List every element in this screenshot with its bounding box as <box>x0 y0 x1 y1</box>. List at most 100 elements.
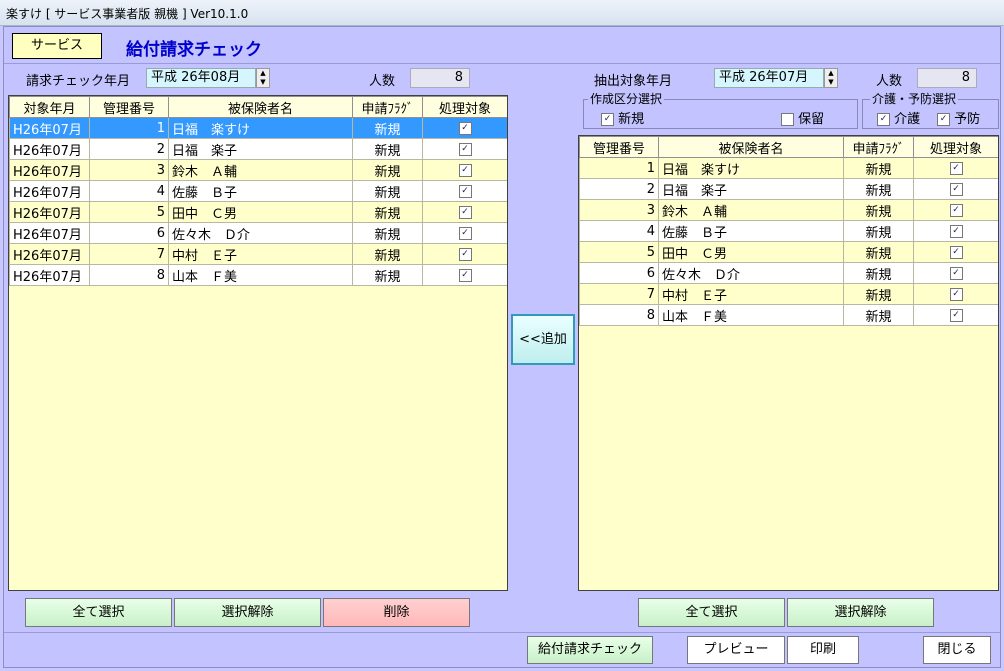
table-row[interactable]: 5 田中 Ｃ男 新規 ✓ <box>579 241 998 263</box>
table-row[interactable]: H26年07月 7 中村 Ｅ子 新規 ✓ <box>9 243 507 265</box>
right-deselect-button[interactable]: 選択解除 <box>787 598 934 627</box>
right-grid[interactable]: 管理番号 被保険者名 申請ﾌﾗｸﾞ 処理対象 1 日福 楽すけ 新規 ✓ 2 日福 楽子新… <box>578 135 999 591</box>
target-month-cell: H26年07月 <box>9 159 90 181</box>
process-target-cell[interactable]: ✓ <box>913 178 998 200</box>
checkbox-checked-icon[interactable]: ✓ <box>458 247 472 261</box>
col-header-id[interactable]: 管理番号 <box>579 136 659 158</box>
col-header-target[interactable]: 処理対象 <box>913 136 998 158</box>
checkbox-checked-icon[interactable]: ✓ <box>458 205 472 219</box>
col-header-flag[interactable]: 申請ﾌﾗｸﾞ <box>843 136 914 158</box>
checkbox-checked-icon[interactable]: ✓ <box>949 245 963 259</box>
insured-name-cell: 日福 楽子 <box>658 178 844 200</box>
process-target-cell[interactable]: ✓ <box>422 180 507 202</box>
extract-month-field[interactable]: 平成 26年07月 <box>714 68 824 88</box>
table-row[interactable]: H26年07月 6 佐々木 Ｄ介 新規 ✓ <box>9 222 507 244</box>
col-header-name[interactable]: 被保険者名 <box>168 96 353 118</box>
table-row[interactable]: H26年07月 5 田中 Ｃ男 新規 ✓ <box>9 201 507 223</box>
print-button[interactable]: 印刷 <box>787 636 859 664</box>
checkbox-checked-icon[interactable]: ✓ <box>458 121 472 135</box>
hold-checkbox[interactable]: 保留 <box>781 108 824 127</box>
add-button[interactable]: <<追加 <box>511 314 575 365</box>
new-checkbox-label: 新規 <box>618 112 645 127</box>
management-number-cell: 1 <box>579 157 659 179</box>
process-target-cell[interactable]: ✓ <box>422 117 507 139</box>
col-header-name[interactable]: 被保険者名 <box>658 136 844 158</box>
right-select-all-button[interactable]: 全て選択 <box>638 598 785 627</box>
left-deselect-button[interactable]: 選択解除 <box>174 598 321 627</box>
table-row[interactable]: 7 中村 Ｅ子 新規 ✓ <box>579 283 998 305</box>
extract-month-spinner[interactable]: ▲ ▼ <box>824 68 838 88</box>
prevent-checkbox[interactable]: ✓ 予防 <box>937 108 980 127</box>
application-flag-cell: 新規 <box>843 199 914 221</box>
checkbox-checked-icon[interactable]: ✓ <box>949 224 963 238</box>
preview-button[interactable]: プレビュー <box>687 636 785 664</box>
delete-button[interactable]: 削除 <box>323 598 470 627</box>
left-grid[interactable]: 対象年月 管理番号 被保険者名 申請ﾌﾗｸﾞ 処理対象 H26年07月 1 日福 楽… <box>8 95 508 591</box>
process-target-cell[interactable]: ✓ <box>422 222 507 244</box>
new-checkbox[interactable]: ✓ 新規 <box>601 108 644 127</box>
process-target-cell[interactable]: ✓ <box>913 199 998 221</box>
process-target-cell[interactable]: ✓ <box>422 159 507 181</box>
col-header-flag[interactable]: 申請ﾌﾗｸﾞ <box>352 96 423 118</box>
management-number-cell: 8 <box>89 264 169 286</box>
form-title: 給付請求チェック <box>126 40 262 60</box>
billing-month-spinner[interactable]: ▲ ▼ <box>256 68 270 88</box>
service-button[interactable]: サービス <box>12 33 102 59</box>
table-row[interactable]: 2 日福 楽子 新規 ✓ <box>579 178 998 200</box>
table-row[interactable]: H26年07月 8 山本 Ｆ美 新規 ✓ <box>9 264 507 286</box>
table-row[interactable]: 8 山本 Ｆ美 新規 ✓ <box>579 304 998 326</box>
process-target-cell[interactable]: ✓ <box>422 201 507 223</box>
application-flag-cell: 新規 <box>843 262 914 284</box>
left-count-label: 人数 <box>369 74 396 89</box>
benefit-check-button[interactable]: 給付請求チェック <box>527 636 653 664</box>
table-row[interactable]: 3 鈴木 Ａ輔 新規 ✓ <box>579 199 998 221</box>
process-target-cell[interactable]: ✓ <box>913 157 998 179</box>
checkbox-checked-icon[interactable]: ✓ <box>949 182 963 196</box>
checkbox-checked-icon[interactable]: ✓ <box>458 184 472 198</box>
table-row[interactable]: H26年07月 4 佐藤 Ｂ子 新規 ✓ <box>9 180 507 202</box>
col-header-id[interactable]: 管理番号 <box>89 96 169 118</box>
footer-divider <box>4 632 1000 633</box>
process-target-cell[interactable]: ✓ <box>913 304 998 326</box>
close-button[interactable]: 閉じる <box>923 636 991 664</box>
table-row[interactable]: 4 佐藤 Ｂ子 新規 ✓ <box>579 220 998 242</box>
checkbox-checked-icon[interactable]: ✓ <box>458 226 472 240</box>
checkbox-checked-icon[interactable]: ✓ <box>458 142 472 156</box>
table-row[interactable]: H26年07月 2 日福 楽子 新規 ✓ <box>9 138 507 160</box>
process-target-cell[interactable]: ✓ <box>913 262 998 284</box>
process-target-cell[interactable]: ✓ <box>913 220 998 242</box>
col-header-ym[interactable]: 対象年月 <box>9 96 90 118</box>
table-row[interactable]: H26年07月 3 鈴木 Ａ輔 新規 ✓ <box>9 159 507 181</box>
management-number-cell: 3 <box>89 159 169 181</box>
insured-name-cell: 佐々木 Ｄ介 <box>168 222 353 244</box>
application-flag-cell: 新規 <box>352 138 423 160</box>
table-row[interactable]: 1 日福 楽すけ 新規 ✓ <box>579 157 998 179</box>
checkbox-checked-icon[interactable]: ✓ <box>949 161 963 175</box>
insured-name-cell: 中村 Ｅ子 <box>168 243 353 265</box>
process-target-cell[interactable]: ✓ <box>913 241 998 263</box>
management-number-cell: 8 <box>579 304 659 326</box>
checkbox-checked-icon[interactable]: ✓ <box>949 308 963 322</box>
target-month-cell: H26年07月 <box>9 180 90 202</box>
process-target-cell[interactable]: ✓ <box>422 243 507 265</box>
checkbox-checked-icon[interactable]: ✓ <box>949 203 963 217</box>
checkbox-checked-icon[interactable]: ✓ <box>458 163 472 177</box>
col-header-target[interactable]: 処理対象 <box>422 96 507 118</box>
table-row[interactable]: 6 佐々木 Ｄ介 新規 ✓ <box>579 262 998 284</box>
left-select-all-button[interactable]: 全て選択 <box>25 598 172 627</box>
insured-name-cell: 山本 Ｆ美 <box>658 304 844 326</box>
process-target-cell[interactable]: ✓ <box>913 283 998 305</box>
target-month-cell: H26年07月 <box>9 138 90 160</box>
process-target-cell[interactable]: ✓ <box>422 138 507 160</box>
right-table: 管理番号 被保険者名 申請ﾌﾗｸﾞ 処理対象 1 日福 楽すけ 新規 ✓ 2 日福 楽子新… <box>579 136 998 326</box>
checkbox-checked-icon[interactable]: ✓ <box>458 268 472 282</box>
insured-name-cell: 佐藤 Ｂ子 <box>168 180 353 202</box>
table-row[interactable]: H26年07月 1 日福 楽すけ 新規 ✓ <box>9 117 507 139</box>
management-number-cell: 6 <box>579 262 659 284</box>
billing-month-field[interactable]: 平成 26年08月 <box>146 68 256 88</box>
checkbox-checked-icon[interactable]: ✓ <box>949 266 963 280</box>
care-checkbox[interactable]: ✓ 介護 <box>877 108 920 127</box>
checkbox-checked-icon[interactable]: ✓ <box>949 287 963 301</box>
window-title: 楽すけ [ サービス事業者版 親機 ] Ver10.1.0 <box>6 7 249 21</box>
process-target-cell[interactable]: ✓ <box>422 264 507 286</box>
